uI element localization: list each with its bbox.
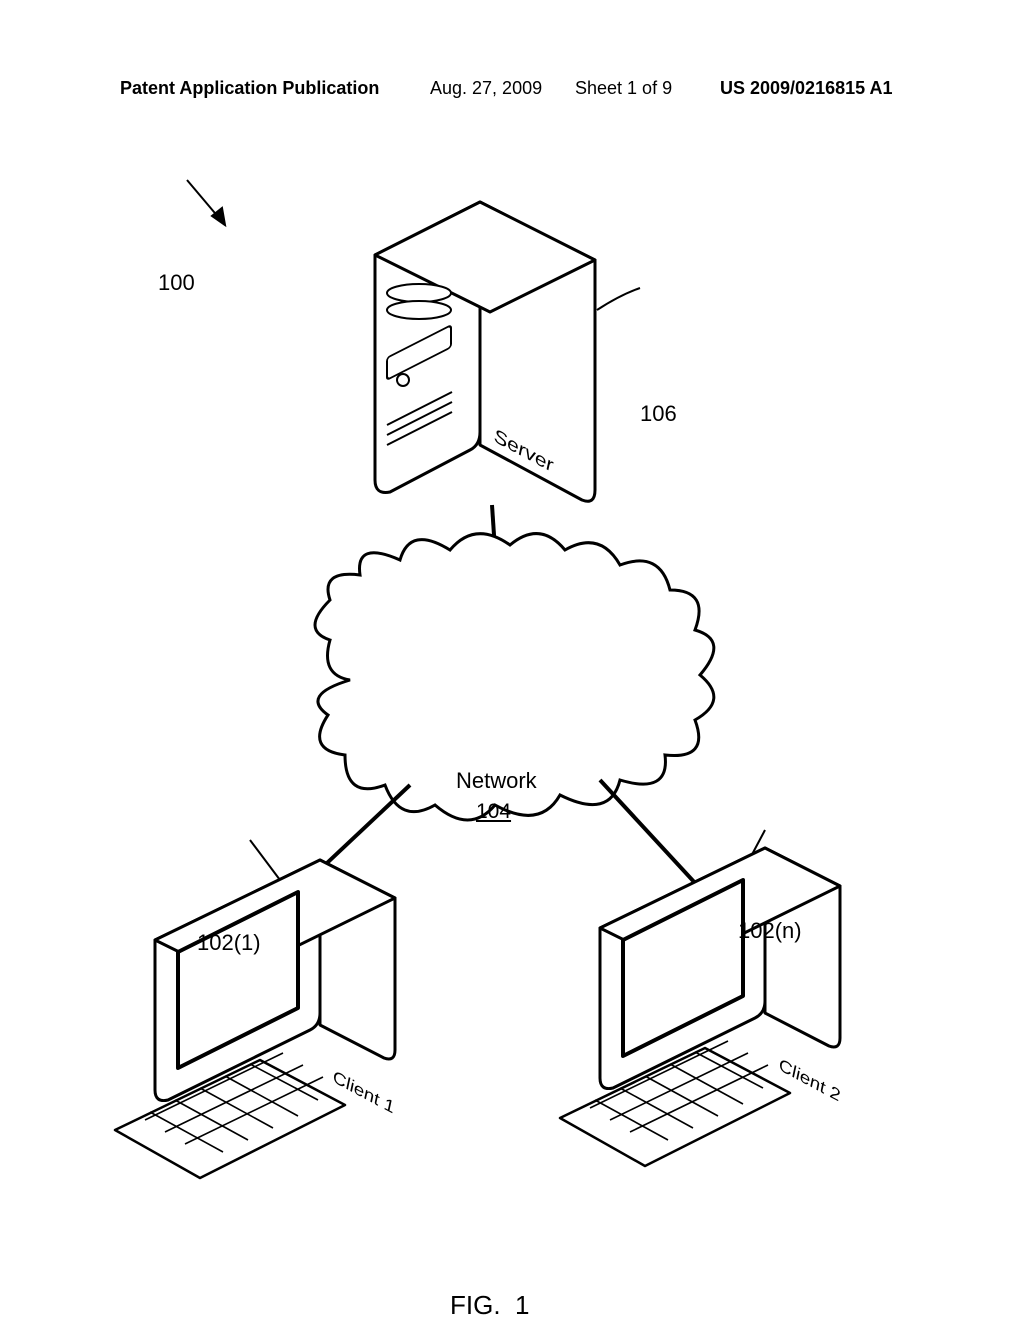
figure-1: 100 106 Server Network 104 102(1) 102(n)… xyxy=(0,120,1024,1320)
network-ref: 104 xyxy=(476,800,511,824)
figure-caption-num: 1 xyxy=(515,1290,529,1320)
sheet-number: Sheet 1 of 9 xyxy=(575,78,672,99)
publication-type: Patent Application Publication xyxy=(120,78,379,99)
figure-caption: FIG. 1 xyxy=(450,1290,529,1321)
diagram-svg xyxy=(0,120,1024,1320)
network-label: Network xyxy=(456,768,537,794)
ref-100: 100 xyxy=(158,270,195,296)
ref-106: 106 xyxy=(640,401,677,427)
figure-caption-fig: FIG. xyxy=(450,1290,501,1320)
ref-102-1: 102(1) xyxy=(197,930,261,956)
publication-date: Aug. 27, 2009 xyxy=(430,78,542,99)
ref-102-n: 102(n) xyxy=(738,918,802,944)
publication-number: US 2009/0216815 A1 xyxy=(720,78,892,99)
